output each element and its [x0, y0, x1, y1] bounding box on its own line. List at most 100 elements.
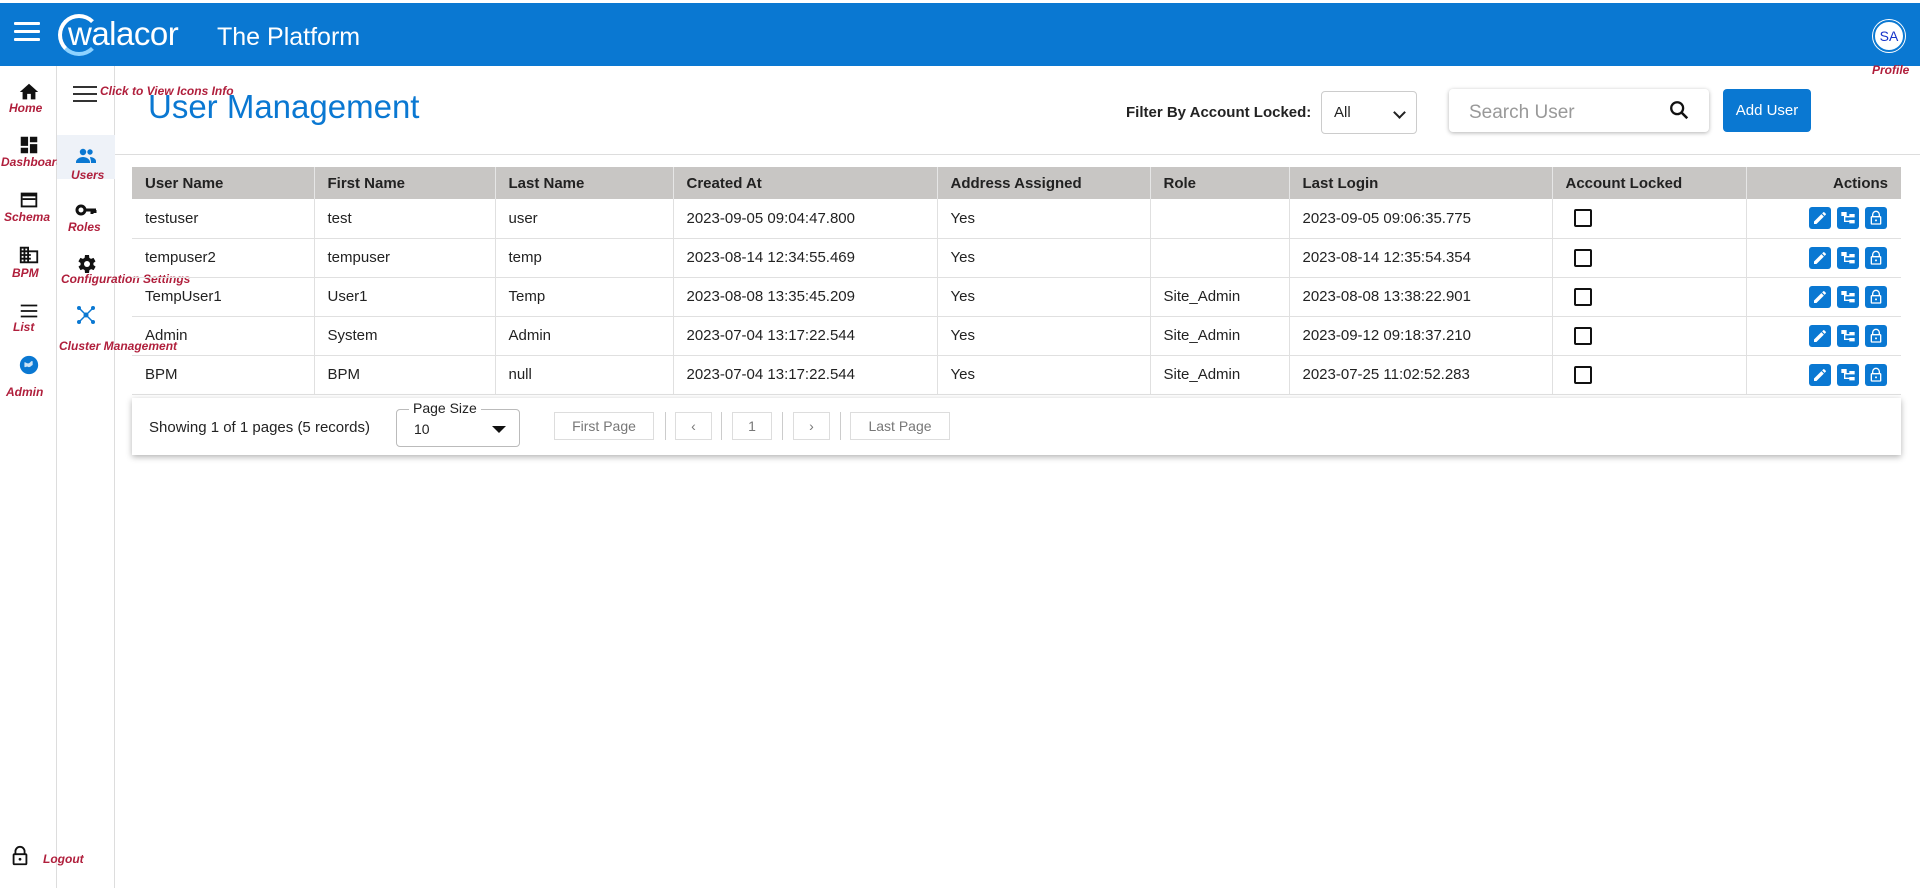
account-locked-checkbox[interactable] [1573, 287, 1592, 306]
edit-user-button[interactable] [1809, 207, 1831, 230]
col-header-address-assigned[interactable]: Address Assigned [937, 167, 1151, 199]
last-page-button[interactable]: Last Page [850, 412, 950, 440]
dashboard-icon [20, 136, 37, 154]
col-header-account-locked[interactable]: Account Locked [1552, 167, 1747, 199]
prev-page-button[interactable]: ‹ [675, 412, 712, 440]
lock-user-button[interactable] [1865, 324, 1887, 347]
pager-divider [782, 412, 783, 440]
col-header-actions: Actions [1832, 174, 1888, 192]
cell-lastname: Temp [495, 277, 674, 316]
cell-actions [1746, 355, 1901, 394]
lock-open-icon [1870, 367, 1882, 382]
page-size-select[interactable]: Page Size 10 [396, 400, 520, 447]
add-user-button[interactable]: Add User [1723, 89, 1811, 132]
account-locked-checkbox[interactable] [1573, 248, 1592, 267]
cell-last-login: 2023-08-14 12:35:54.354 [1289, 238, 1553, 277]
lock-open-icon [1870, 289, 1882, 304]
header-divider [115, 154, 1920, 155]
account-locked-checkbox[interactable] [1573, 326, 1592, 345]
cell-username: TempUser1 [132, 277, 315, 316]
lock-open-icon [1870, 211, 1882, 225]
assign-address-button[interactable] [1837, 246, 1859, 269]
cell-actions [1746, 238, 1901, 277]
col-header-firstname[interactable]: First Name [314, 167, 496, 199]
list-icon [20, 304, 37, 318]
users-icon [76, 148, 96, 163]
table-row: TempUser1 User1 Temp 2023-08-08 13:35:45… [132, 277, 1901, 316]
edit-user-button[interactable] [1809, 285, 1831, 308]
admin-globe-icon [19, 355, 38, 375]
cell-account-locked [1552, 316, 1747, 355]
brand-name: walacor [68, 15, 179, 52]
account-locked-checkbox[interactable] [1573, 365, 1592, 384]
lock-user-button[interactable] [1865, 246, 1887, 269]
cell-last-login: 2023-07-25 11:02:52.283 [1289, 355, 1553, 394]
cell-created-at: 2023-07-04 13:17:22.544 [673, 316, 938, 355]
col-header-created-at[interactable]: Created At [673, 167, 938, 199]
hamburger-menu-icon[interactable] [14, 22, 40, 44]
cell-firstname: tempuser [314, 238, 496, 277]
cell-created-at: 2023-07-04 13:17:22.544 [673, 355, 938, 394]
nav-admin[interactable] [0, 354, 57, 376]
sub-menu-toggle-icon[interactable] [73, 86, 97, 104]
nav-bpm-label: BPM [12, 266, 39, 280]
nav-schema[interactable] [0, 189, 57, 211]
nav-list[interactable] [0, 300, 57, 322]
lock-user-button[interactable] [1865, 207, 1887, 230]
filter-label: Filter By Account Locked: [1126, 104, 1312, 121]
next-page-button[interactable]: › [793, 412, 830, 440]
cell-last-login: 2023-09-12 09:18:37.210 [1289, 316, 1553, 355]
current-page-button[interactable]: 1 [732, 412, 772, 440]
home-icon [19, 83, 38, 100]
dropdown-arrow-icon [492, 426, 506, 433]
nav-bpm[interactable] [0, 244, 57, 266]
cell-username: BPM [132, 355, 315, 394]
cell-account-locked [1552, 199, 1747, 238]
cell-account-locked [1552, 238, 1747, 277]
lock-user-button[interactable] [1865, 285, 1887, 308]
tree-icon [1841, 290, 1855, 302]
col-header-username[interactable]: User Name [132, 167, 315, 199]
search-icon[interactable] [1668, 99, 1690, 121]
cell-address-assigned: Yes [937, 238, 1151, 277]
lock-open-icon [1870, 250, 1882, 265]
search-user-input[interactable]: Search User [1469, 102, 1575, 124]
nav-home[interactable] [0, 81, 57, 103]
edit-user-button[interactable] [1809, 363, 1831, 386]
edit-user-button[interactable] [1809, 324, 1831, 347]
nav-logout[interactable] [0, 845, 40, 867]
nav-home-label: Home [9, 101, 43, 115]
page-size-label: Page Size [409, 400, 481, 416]
col-header-last-login[interactable]: Last Login [1289, 167, 1553, 199]
lock-user-button[interactable] [1865, 363, 1887, 386]
cell-lastname: Admin [495, 316, 674, 355]
cell-firstname: User1 [314, 277, 496, 316]
sub-nav-cluster[interactable] [57, 303, 115, 333]
cell-role: Site_Admin [1150, 277, 1290, 316]
assign-address-button[interactable] [1837, 363, 1859, 386]
building-icon [19, 246, 38, 264]
assign-address-button[interactable] [1837, 285, 1859, 308]
edit-user-button[interactable] [1809, 246, 1831, 269]
search-user-box[interactable]: Search User [1449, 89, 1709, 132]
assign-address-button[interactable] [1837, 324, 1859, 347]
tree-icon [1841, 212, 1855, 224]
pencil-icon [1814, 212, 1826, 225]
lock-open-icon [1870, 328, 1882, 343]
account-locked-filter-select[interactable]: All [1321, 91, 1417, 134]
page-size-value: 10 [414, 421, 430, 437]
cell-username: tempuser2 [132, 238, 315, 277]
col-header-role[interactable]: Role [1150, 167, 1290, 199]
user-avatar[interactable]: SA [1873, 20, 1905, 52]
col-header-lastname[interactable]: Last Name [495, 167, 674, 199]
cell-address-assigned: Yes [937, 277, 1151, 316]
cell-last-login: 2023-09-05 09:06:35.775 [1289, 199, 1553, 238]
tree-icon [1841, 251, 1855, 263]
cell-role [1150, 199, 1290, 238]
nav-dashboard[interactable] [0, 134, 57, 156]
account-locked-checkbox[interactable] [1573, 209, 1592, 228]
assign-address-button[interactable] [1837, 207, 1859, 230]
cell-address-assigned: Yes [937, 199, 1151, 238]
first-page-button[interactable]: First Page [554, 412, 654, 440]
pencil-icon [1814, 290, 1826, 303]
